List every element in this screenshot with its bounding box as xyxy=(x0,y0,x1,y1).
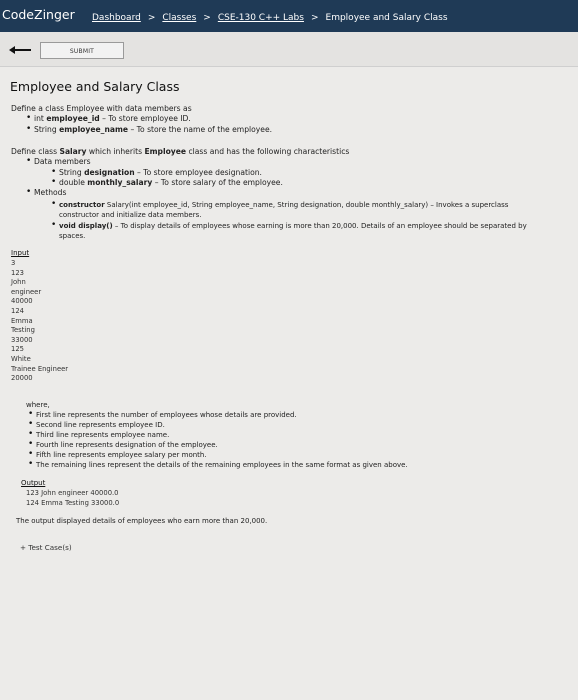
input-line: 20000 xyxy=(11,374,33,383)
submit-button[interactable]: SUBMIT xyxy=(40,42,124,59)
data-members-label: Data members xyxy=(26,156,91,167)
breadcrumb-separator: > xyxy=(147,13,156,23)
input-line: 40000 xyxy=(11,297,33,306)
salary-member-monthly: double monthly_salary – To store salary … xyxy=(51,177,283,188)
breadcrumb: Dashboard > Classes > CSE-130 C++ Labs > Emplo… xyxy=(92,13,448,23)
input-line: 124 xyxy=(11,307,24,315)
input-line: 125 xyxy=(11,345,24,354)
left-arrow-icon xyxy=(9,46,31,54)
output-line: 124 Emma Testing 33000.0 xyxy=(26,499,120,507)
output-line: 123 John engineer 40000.0 xyxy=(26,489,119,497)
employee-intro: Define a class Employee with data member… xyxy=(11,104,192,113)
employee-member-name: String employee_name – To store the name… xyxy=(26,124,272,135)
output-note: The output displayed details of employee… xyxy=(16,517,268,525)
methods-label: Methods xyxy=(26,187,67,198)
input-line: Emma xyxy=(11,316,33,325)
input-label: Input xyxy=(11,249,30,257)
back-button[interactable] xyxy=(9,46,31,54)
input-line: Testing xyxy=(11,326,35,335)
salary-member-designation: String designation – To store employee d… xyxy=(51,167,262,178)
method-constructor-cont: constructor and initialize data members. xyxy=(59,211,202,219)
method-display: void display() – To display details of e… xyxy=(51,220,527,231)
method-display-cont: spaces. xyxy=(59,232,86,240)
input-line: engineer xyxy=(11,287,42,296)
method-constructor: constructor Salary(int employee_id, Stri… xyxy=(51,199,508,210)
where-item: Second line represents employee ID. xyxy=(28,419,165,430)
top-nav-bar: CodeZinger Dashboard > Classes > CSE-130 C++… xyxy=(0,0,578,32)
salary-intro: Define class Salary which inherits Emplo… xyxy=(11,147,350,156)
toolbar: SUBMIT xyxy=(0,32,578,67)
breadcrumb-separator: > xyxy=(203,13,211,23)
breadcrumb-dashboard[interactable]: Dashboard xyxy=(92,13,141,23)
breadcrumb-separator: > xyxy=(310,13,319,23)
page-title: Employee and Salary Class xyxy=(10,79,180,94)
breadcrumb-current: Employee and Salary Class xyxy=(325,13,448,23)
breadcrumb-classes[interactable]: Classes xyxy=(162,13,196,23)
where-item: The remaining lines represent the detail… xyxy=(28,459,408,470)
input-line: 3 xyxy=(11,259,16,267)
input-line: 123 xyxy=(11,268,24,277)
where-item: Third line represents employee name. xyxy=(28,429,169,440)
test-case-toggle[interactable]: + Test Case(s) xyxy=(20,543,72,552)
where-item: First line represents the number of empl… xyxy=(28,409,297,420)
input-line: Trainee Engineer xyxy=(11,364,69,373)
brand-logo[interactable]: CodeZinger xyxy=(2,7,75,22)
where-item: Fourth line represents designation of th… xyxy=(28,439,218,450)
breadcrumb-labs[interactable]: CSE-130 C++ Labs xyxy=(218,13,304,23)
where-item: Fifth line represents employee salary pe… xyxy=(28,449,207,460)
input-line: White xyxy=(11,355,31,363)
employee-member-id: int employee_id – To store employee ID. xyxy=(26,113,191,124)
output-label: Output xyxy=(21,479,46,487)
input-line: 33000 xyxy=(11,335,33,344)
input-line: John xyxy=(11,278,26,287)
